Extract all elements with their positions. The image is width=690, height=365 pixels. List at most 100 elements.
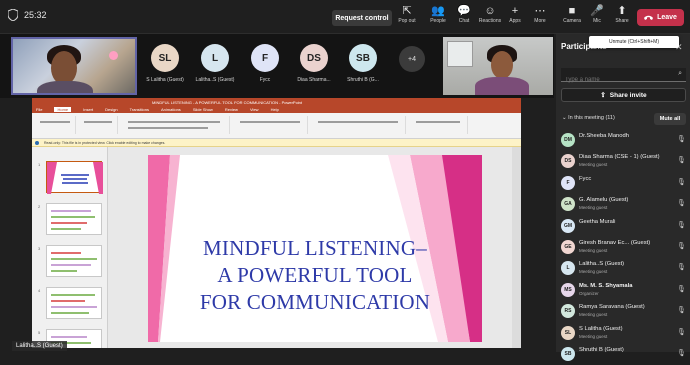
mute-all-button[interactable]: Mute all — [654, 113, 686, 125]
slide-thumbnail[interactable]: 3 — [38, 245, 102, 277]
protected-view-bar: Read-only: This file is in protected vie… — [32, 139, 521, 147]
participant-name: S Lalitha (Guest) — [579, 325, 623, 332]
mic-icon: 🎙 — [677, 178, 686, 186]
mic-muted-icon: 🎙 — [677, 242, 686, 250]
video-background-light — [109, 51, 118, 60]
participant-role: Organizer — [579, 290, 599, 296]
participant-row[interactable]: F Fycc 🎙 — [556, 173, 690, 194]
slide-number: 2 — [38, 204, 41, 209]
participant-name: Lalitha..S (Guest) — [579, 261, 625, 268]
participant-row[interactable]: L Lalitha..S (Guest) Meeting guest 🎙 — [556, 258, 690, 279]
slide-thumbnail[interactable]: 1 — [38, 161, 103, 194]
remote-video-tile[interactable] — [443, 37, 553, 95]
avatar: DS — [300, 44, 328, 72]
timer-text: 25:32 — [24, 10, 47, 20]
local-video-tile[interactable] — [11, 37, 137, 95]
participant-row[interactable]: GA G. Alamelu (Guest) Meeting guest 🎙 — [556, 194, 690, 215]
participant-name: Dr.Sheeba Manodh — [579, 133, 629, 139]
mic-muted-icon: 🎙 — [677, 157, 686, 165]
avatar: DS — [561, 154, 575, 169]
in-meeting-label[interactable]: ⌄ In this meeting (11) — [562, 115, 615, 121]
reactions-button[interactable]: ☺ Reactions — [476, 4, 504, 24]
participant-row[interactable]: SL S Lalitha (Guest) Meeting guest 🎙 — [556, 323, 690, 344]
participant-tile[interactable]: SL S Lalitha (Guest) — [139, 44, 191, 83]
ribbon-control — [416, 121, 460, 123]
avatar: GE — [561, 239, 575, 254]
participant-name: Fycc — [579, 175, 592, 182]
more-button[interactable]: ⋯ More — [526, 4, 554, 24]
mic-muted-icon: 🎙 — [677, 307, 686, 315]
shared-screen: MINDFUL LISTENING - A POWERFUL TOOL FOR … — [32, 98, 521, 348]
ppt-tab: Animations — [161, 107, 181, 112]
current-slide[interactable]: MINDFUL LISTENING– A POWERFUL TOOL FOR C… — [148, 155, 482, 342]
participant-role: Meeting guest — [579, 162, 608, 168]
video-person-face — [51, 51, 77, 85]
slide-thumbnail[interactable]: 2 — [38, 203, 102, 235]
participant-role: Meeting guest — [579, 247, 608, 253]
ppt-tab: View — [249, 107, 259, 112]
avatar: MS — [561, 282, 575, 297]
participant-row[interactable]: RS Ramya Saravana (Guest) Meeting guest 🎙 — [556, 301, 690, 322]
apps-icon: + — [511, 5, 519, 17]
slide-scrollbar[interactable] — [512, 147, 521, 348]
participant-name: Shruthi B (G... — [347, 77, 379, 83]
more-participants-button[interactable]: +4 — [399, 46, 425, 72]
mic-icon: 🎙 — [677, 285, 686, 293]
participant-role: Meeting guest — [579, 312, 608, 318]
avatar: SL — [151, 44, 179, 72]
participant-tile[interactable]: F Fycc — [239, 44, 291, 83]
request-control-button[interactable]: Request control — [332, 10, 392, 26]
slide-thumbnail[interactable]: 4 — [38, 287, 102, 319]
mic-button[interactable]: 🎤 Mic — [583, 4, 611, 24]
video-person-body — [37, 81, 93, 93]
participant-row[interactable]: MS Ms. M. S. Shyamala Organizer 🎙 — [556, 280, 690, 301]
participant-name: Fycc — [259, 77, 271, 83]
participant-role: Meeting guest — [579, 333, 608, 339]
share-invite-button[interactable]: ⇪ Share invite — [561, 88, 686, 102]
presenter-name-tag: Lalitha..S (Guest) — [12, 341, 67, 351]
participant-row[interactable]: GE Giresh Branav Ec... (Guest) Meeting gue… — [556, 237, 690, 258]
share-icon: ⬆ — [617, 5, 627, 17]
ribbon-control — [128, 127, 208, 129]
participant-tile[interactable]: DS Diaa Sharma... — [288, 44, 340, 83]
avatar: GA — [561, 197, 575, 212]
camera-button[interactable]: ■ Camera — [558, 4, 586, 24]
participant-row[interactable]: GM Geetha Murali 🎙 — [556, 216, 690, 237]
avatar: DM — [561, 133, 575, 147]
participant-tile[interactable]: SB Shruthi B (G... — [337, 44, 389, 83]
avatar: SL — [561, 325, 575, 340]
people-button[interactable]: 👥 People — [424, 4, 452, 24]
participant-search[interactable]: ⌕ — [561, 68, 686, 87]
apps-button[interactable]: + Apps — [501, 4, 529, 24]
ribbon-control — [40, 121, 70, 123]
pop-out-button[interactable]: ⇱ Pop out — [393, 4, 421, 24]
participant-row[interactable]: DS Diaa Sharma (CSE - 1) (Guest) Meeting g… — [556, 151, 690, 172]
participant-name: Lalitha..S (Guest) — [195, 77, 235, 83]
search-input[interactable] — [561, 73, 671, 87]
participant-name: G. Alamelu (Guest) — [579, 197, 629, 204]
search-icon: ⌕ — [678, 70, 682, 77]
chat-button[interactable]: 💬 Chat — [450, 4, 478, 24]
participant-row[interactable]: DM Dr.Sheeba Manodh 🎙 — [556, 130, 690, 151]
more-icon: ⋯ — [534, 5, 546, 17]
ppt-tab: Transitions — [129, 107, 150, 112]
ppt-tab: Help — [270, 107, 279, 112]
pop-out-icon: ⇱ — [402, 5, 412, 17]
ppt-window-title: MINDFUL LISTENING - A POWERFUL TOOL FOR … — [32, 98, 521, 106]
participant-name: Giresh Branav Ec... (Guest) — [579, 239, 651, 246]
ppt-tab: Design — [105, 107, 118, 112]
people-icon: 👥 — [431, 5, 445, 17]
share-button[interactable]: ⬆ Share — [608, 4, 636, 24]
avatar: SB — [349, 44, 377, 72]
mic-tooltip: Unmute (Ctrl+Shift+M) — [589, 36, 679, 48]
slide-thumbnails-pane: 1 2 3 4 5 — [32, 147, 108, 348]
leave-button[interactable]: Leave — [637, 9, 684, 26]
participant-name: Diaa Sharma... — [297, 77, 331, 83]
participant-row[interactable]: SB Shruthi B (Guest) 🎙 — [556, 344, 690, 365]
info-icon — [35, 141, 39, 145]
participant-tile[interactable]: L Lalitha..S (Guest) — [189, 44, 241, 83]
mic-muted-icon: 🎤 — [590, 5, 604, 17]
slide-number: 1 — [38, 162, 41, 167]
participant-name: Ms. M. S. Shyamala — [579, 282, 633, 289]
avatar: L — [561, 261, 575, 276]
